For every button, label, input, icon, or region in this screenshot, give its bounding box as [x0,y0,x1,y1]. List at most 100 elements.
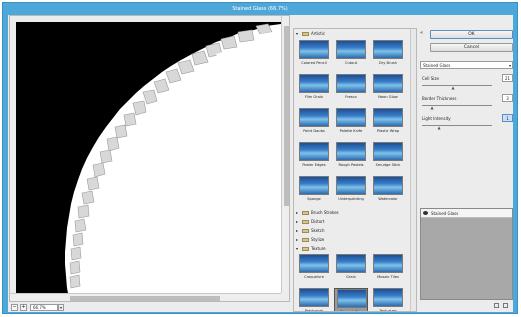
filter-thumbnail[interactable]: Stained Glass [334,288,368,312]
new-effect-layer-icon[interactable] [494,303,499,308]
filter-thumbnail[interactable]: Rough Pastels [334,142,368,172]
filter-thumbnail[interactable]: Fresco [334,74,368,104]
eye-icon[interactable] [423,211,428,215]
filter-preview-image [336,142,366,161]
gallery-scrollbar[interactable] [410,29,416,311]
filter-select[interactable]: Stained Glass ▾ [420,61,513,69]
ok-button[interactable]: OK [430,30,513,39]
preview-vertical-scrollbar[interactable] [281,16,289,293]
category-brush-strokes[interactable]: ▸ Brush Strokes [296,209,406,217]
param-value-input[interactable]: 3 [502,94,513,102]
category-stylize[interactable]: ▸ Stylize [296,236,406,244]
filter-thumbnail[interactable]: Dry Brush [371,40,405,70]
param-light-intensity: Light Intensity 1 ▲ [420,114,513,132]
filter-thumbnail-label: Patchwork [304,309,324,312]
filter-preview-image [299,108,329,127]
filter-thumbnail[interactable]: Mosaic Tiles [371,254,405,284]
param-label: Border Thickness [422,96,457,101]
param-slider-track[interactable] [422,85,492,86]
param-slider-track[interactable] [422,125,492,126]
effect-layer-name: Stained Glass [431,211,459,216]
slider-knob-icon[interactable]: ▲ [438,126,441,130]
filter-thumbnail[interactable]: Colored Pencil [297,40,331,70]
filter-thumbnail-label: Neon Glow [378,95,398,99]
filter-thumbnail[interactable]: Poster Edges [297,142,331,172]
effect-layer-row[interactable]: Stained Glass [421,209,512,218]
preview-vertical-scroll-thumb[interactable] [284,26,289,206]
param-label: Cell Size [422,76,439,81]
preview-canvas[interactable] [9,15,290,302]
zoom-controls: − + 66.7% ▾ [9,303,290,312]
filter-gallery: ▾ Artistic Colored Pencil Cutout Dry Brush F… [293,28,417,312]
filter-thumbnail[interactable]: Plastic Wrap [371,108,405,138]
slider-knob-icon[interactable]: ▲ [452,86,455,90]
filter-thumbnail-label: Colored Pencil [301,61,327,65]
filter-thumbnail[interactable]: Grain [334,254,368,284]
filter-thumbnail-label: Smudge Stick [375,163,401,167]
param-label: Light Intensity [422,116,451,121]
filter-preview-image [373,254,403,273]
filter-preview-image [336,74,366,93]
folder-icon [302,32,309,36]
collapse-gallery-icon[interactable]: « [420,30,426,36]
filter-thumbnail-label: Rough Pastels [338,163,364,167]
cancel-button[interactable]: Cancel [430,43,513,52]
filter-thumbnail[interactable]: Craquelure [297,254,331,284]
filter-thumbnail-label: Palette Knife [339,129,363,133]
category-artistic[interactable]: ▾ Artistic [296,30,406,38]
filter-thumbnail[interactable]: Neon Glow [371,74,405,104]
filter-thumbnail[interactable]: Underpainting [334,176,368,206]
filter-preview-image [373,176,403,195]
filter-thumbnail[interactable]: Patchwork [297,288,331,312]
preview-horizontal-scroll-thumb[interactable] [70,296,220,301]
filter-preview-image [299,288,329,307]
filter-preview-image [299,176,329,195]
zoom-in-button[interactable]: + [20,304,27,311]
param-value-input[interactable]: 21 [502,74,513,82]
filter-preview-image [299,142,329,161]
filter-preview-image [299,254,329,273]
filter-thumbnail-label: Watercolor [378,197,398,201]
filter-preview-image [336,176,366,195]
trash-icon[interactable] [503,303,508,308]
folder-icon [302,238,309,242]
slider-knob-icon[interactable]: ▲ [431,106,434,110]
filter-preview-image [373,142,403,161]
category-distort[interactable]: ▸ Distort [296,218,406,226]
filter-thumbnail[interactable]: Watercolor [371,176,405,206]
category-label: Sketch [311,228,325,233]
filter-thumbnail-label: Poster Edges [302,163,326,167]
param-value-input[interactable]: 1 [502,114,513,122]
category-label: Texture [311,246,326,251]
filter-thumbnail-label: Cutout [344,61,358,65]
layer-buttons [420,302,513,310]
filter-thumbnail[interactable]: Smudge Stick [371,142,405,172]
filter-thumbnail[interactable]: Film Grain [297,74,331,104]
folder-icon [302,247,309,251]
filter-thumbnail[interactable]: Paint Daubs [297,108,331,138]
filter-preview-image [299,40,329,59]
filter-preview-image [373,40,403,59]
param-cell-size: Cell Size 21 ▲ [420,74,513,92]
filter-preview-image [373,288,403,307]
filter-select-value: Stained Glass [423,63,451,68]
filter-thumbnail-label: Paint Daubs [303,129,325,133]
param-border-thickness: Border Thickness 3 ▲ [420,94,513,112]
filter-thumbnail[interactable]: Sponge [297,176,331,206]
filter-thumbnail-label: Stained Glass [339,310,365,312]
filter-thumbnail[interactable]: Texturizer [371,288,405,311]
zoom-out-button[interactable]: − [11,304,18,311]
zoom-level-field[interactable]: 66.7% [30,304,58,311]
preview-image [16,22,281,293]
chevron-down-icon[interactable]: ▾ [58,304,64,311]
effect-layers-list: Stained Glass [420,208,513,300]
category-label: Artistic [311,31,326,36]
filter-thumbnail-label: Plastic Wrap [376,129,400,133]
category-sketch[interactable]: ▸ Sketch [296,227,406,235]
filter-thumbnail[interactable]: Cutout [334,40,368,70]
filter-thumbnail[interactable]: Palette Knife [334,108,368,138]
filter-preview-image [337,289,367,308]
preview-horizontal-scrollbar[interactable] [10,293,281,301]
filter-preview-image [336,254,366,273]
category-texture[interactable]: ▾ Texture [296,245,406,253]
